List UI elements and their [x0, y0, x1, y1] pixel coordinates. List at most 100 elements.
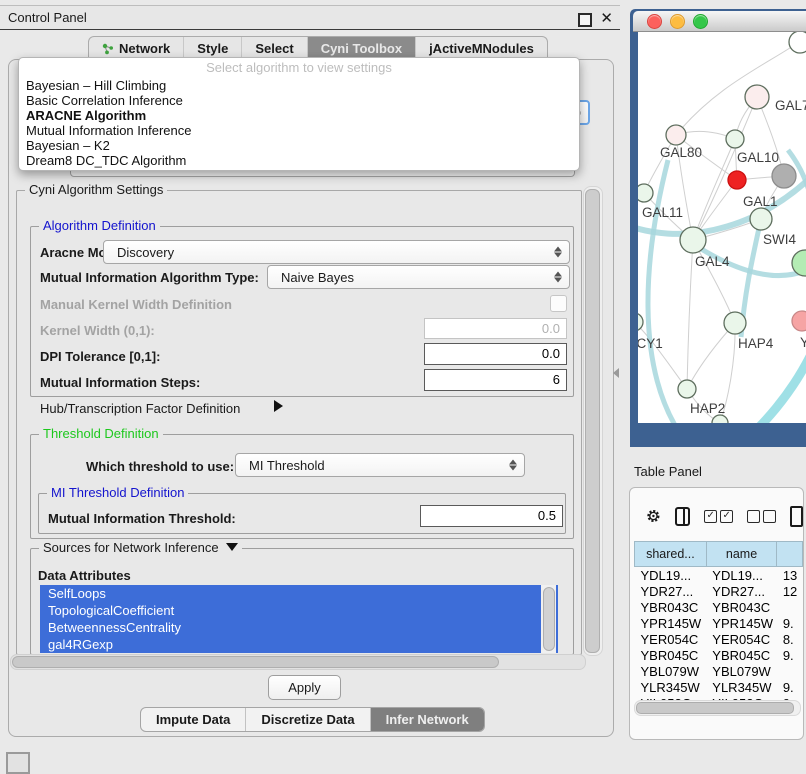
algorithm-option[interactable]: Bayesian – K2: [19, 138, 579, 153]
network-node-hap4[interactable]: [724, 312, 746, 334]
network-node-gcy1[interactable]: [638, 313, 643, 331]
network-node[interactable]: [772, 164, 796, 188]
apply-button[interactable]: Apply: [268, 675, 341, 700]
mi-steps-field[interactable]: 6: [424, 369, 567, 391]
network-window-titlebar[interactable]: [633, 11, 806, 32]
table-hscrollbar-thumb[interactable]: [636, 702, 794, 714]
settings-hscrollbar-thumb[interactable]: [12, 656, 499, 668]
column-header-name[interactable]: name: [706, 542, 777, 567]
collapse-down-icon[interactable]: [226, 543, 238, 551]
data-attribute-item[interactable]: gal4RGexp: [40, 636, 558, 653]
split-collapse-icon[interactable]: [613, 368, 619, 378]
kernel-width-label: Kernel Width (0,1):: [40, 323, 155, 338]
control-panel-title: Control Panel: [8, 10, 87, 25]
network-edge[interactable]: [638, 322, 687, 389]
close-traffic-light-icon[interactable]: [647, 14, 662, 29]
bottom-tab-infer-network[interactable]: Infer Network: [371, 708, 484, 731]
expand-right-icon[interactable]: [274, 400, 283, 412]
network-node-hap2[interactable]: [678, 380, 696, 398]
network-node-label: GAL4: [695, 254, 730, 269]
select-all-icon[interactable]: ✓✓: [704, 510, 733, 523]
network-node-label: HAP4: [738, 336, 774, 351]
algorithm-option[interactable]: Mutual Information Inference: [19, 123, 579, 138]
bottom-tab-impute-data[interactable]: Impute Data: [141, 708, 246, 731]
export-table-icon[interactable]: [790, 506, 803, 527]
algorithm-option[interactable]: Basic Correlation Inference: [19, 93, 579, 108]
table-cell: YBR045C: [706, 647, 777, 663]
network-node-swi4[interactable]: [750, 208, 772, 230]
columns-icon[interactable]: [675, 507, 690, 526]
table-row[interactable]: YBR045CYBR045C9.: [635, 647, 803, 663]
table-cell: YPR145W: [706, 615, 777, 631]
network-node-gal1[interactable]: [728, 171, 746, 189]
stepper-icon: [509, 460, 517, 471]
tab-label: Style: [197, 41, 228, 56]
table-cell: 9.: [777, 615, 803, 631]
data-attributes-list[interactable]: SelfLoopsTopologicalCoefficientBetweenne…: [40, 585, 558, 653]
table-cell: YBL079W: [706, 663, 777, 679]
tab-label: Cyni Toolbox: [321, 41, 402, 56]
algorithm-option[interactable]: Dream8 DC_TDC Algorithm: [19, 153, 579, 168]
network-edge[interactable]: [687, 323, 735, 389]
data-attribute-item[interactable]: BetweennessCentrality: [40, 619, 558, 636]
minimized-panel-icon[interactable]: [6, 752, 30, 774]
mi-type-combo[interactable]: Naive Bayes: [267, 265, 570, 289]
network-node-gal7[interactable]: [745, 85, 769, 109]
algorithm-option[interactable]: Bayesian – Hill Climbing: [19, 78, 579, 93]
dpi-tolerance-field[interactable]: 0.0: [424, 343, 567, 365]
table-cell: YBR043C: [706, 599, 777, 615]
table-row[interactable]: YBR043CYBR043C: [635, 599, 803, 615]
table-row[interactable]: YLR345WYLR345W9.: [635, 679, 803, 695]
table-row[interactable]: YBL079WYBL079W: [635, 663, 803, 679]
network-node[interactable]: [712, 415, 728, 423]
network-edge[interactable]: [676, 40, 802, 135]
data-attribute-item[interactable]: SelfLoops: [40, 585, 558, 602]
algorithm-dropdown-placeholder: Select algorithm to view settings: [19, 58, 579, 78]
data-attribute-item[interactable]: TopologicalCoefficient: [40, 602, 558, 619]
minimize-traffic-light-icon[interactable]: [670, 14, 685, 29]
node-table[interactable]: shared...name YDL19...YDL19...13YDR27...…: [634, 541, 803, 711]
network-node-gal4[interactable]: [680, 227, 706, 253]
deselect-all-icon[interactable]: [747, 510, 776, 523]
network-node-y[interactable]: [792, 311, 806, 331]
table-row[interactable]: YER054CYER054C8.: [635, 631, 803, 647]
close-icon[interactable]: ✕: [600, 9, 613, 27]
kernel-width-field[interactable]: 0.0: [424, 318, 567, 339]
algorithm-option[interactable]: ARACNE Algorithm: [19, 108, 579, 123]
hub-definition-label[interactable]: Hub/Transcription Factor Definition: [40, 401, 240, 416]
network-node[interactable]: [789, 32, 806, 53]
table-row[interactable]: YDL19...YDL19...13: [635, 567, 803, 584]
which-threshold-combo[interactable]: MI Threshold: [235, 453, 525, 477]
sources-title[interactable]: Sources for Network Inference: [39, 540, 242, 555]
network-node-label: SWI4: [763, 232, 796, 247]
float-panel-icon[interactable]: [578, 13, 592, 27]
table-cell: YER054C: [706, 631, 777, 647]
network-edge[interactable]: [648, 160, 676, 423]
aracne-mode-combo[interactable]: Discovery: [103, 240, 570, 264]
gear-icon[interactable]: [646, 505, 661, 527]
attr-list-vscrollbar-thumb[interactable]: [543, 587, 555, 651]
mi-threshold-definition-title: MI Threshold Definition: [47, 485, 188, 500]
column-header-shared...[interactable]: shared...: [635, 542, 707, 567]
settings-vscrollbar-thumb[interactable]: [585, 189, 600, 653]
tab-label: Network: [119, 41, 170, 56]
mi-type-value: Naive Bayes: [281, 270, 354, 285]
network-edge[interactable]: [687, 240, 693, 389]
manual-kernel-checkbox[interactable]: [550, 295, 567, 312]
mi-threshold-field[interactable]: 0.5: [420, 505, 563, 527]
table-panel-title: Table Panel: [634, 464, 702, 479]
table-row[interactable]: YPR145WYPR145W9.: [635, 615, 803, 631]
algorithm-dropdown-popup: Select algorithm to view settings Bayesi…: [18, 57, 580, 171]
table-row[interactable]: YDR27...YDR27...12: [635, 583, 803, 599]
network-node-gal10[interactable]: [726, 130, 744, 148]
zoom-traffic-light-icon[interactable]: [693, 14, 708, 29]
network-node-gal11[interactable]: [638, 184, 653, 202]
network-edge[interactable]: [693, 240, 735, 323]
network-canvas[interactable]: GAL7GAL80GAL10GAL1GAL11SWI4GAL4GCY1HAP4Y…: [638, 32, 806, 423]
column-header-extra[interactable]: [777, 542, 803, 567]
table-cell: YBR045C: [635, 647, 707, 663]
which-threshold-label: Which threshold to use:: [86, 459, 234, 474]
apply-button-label: Apply: [288, 680, 321, 695]
network-node-gal80[interactable]: [666, 125, 686, 145]
bottom-tab-discretize-data[interactable]: Discretize Data: [246, 708, 370, 731]
